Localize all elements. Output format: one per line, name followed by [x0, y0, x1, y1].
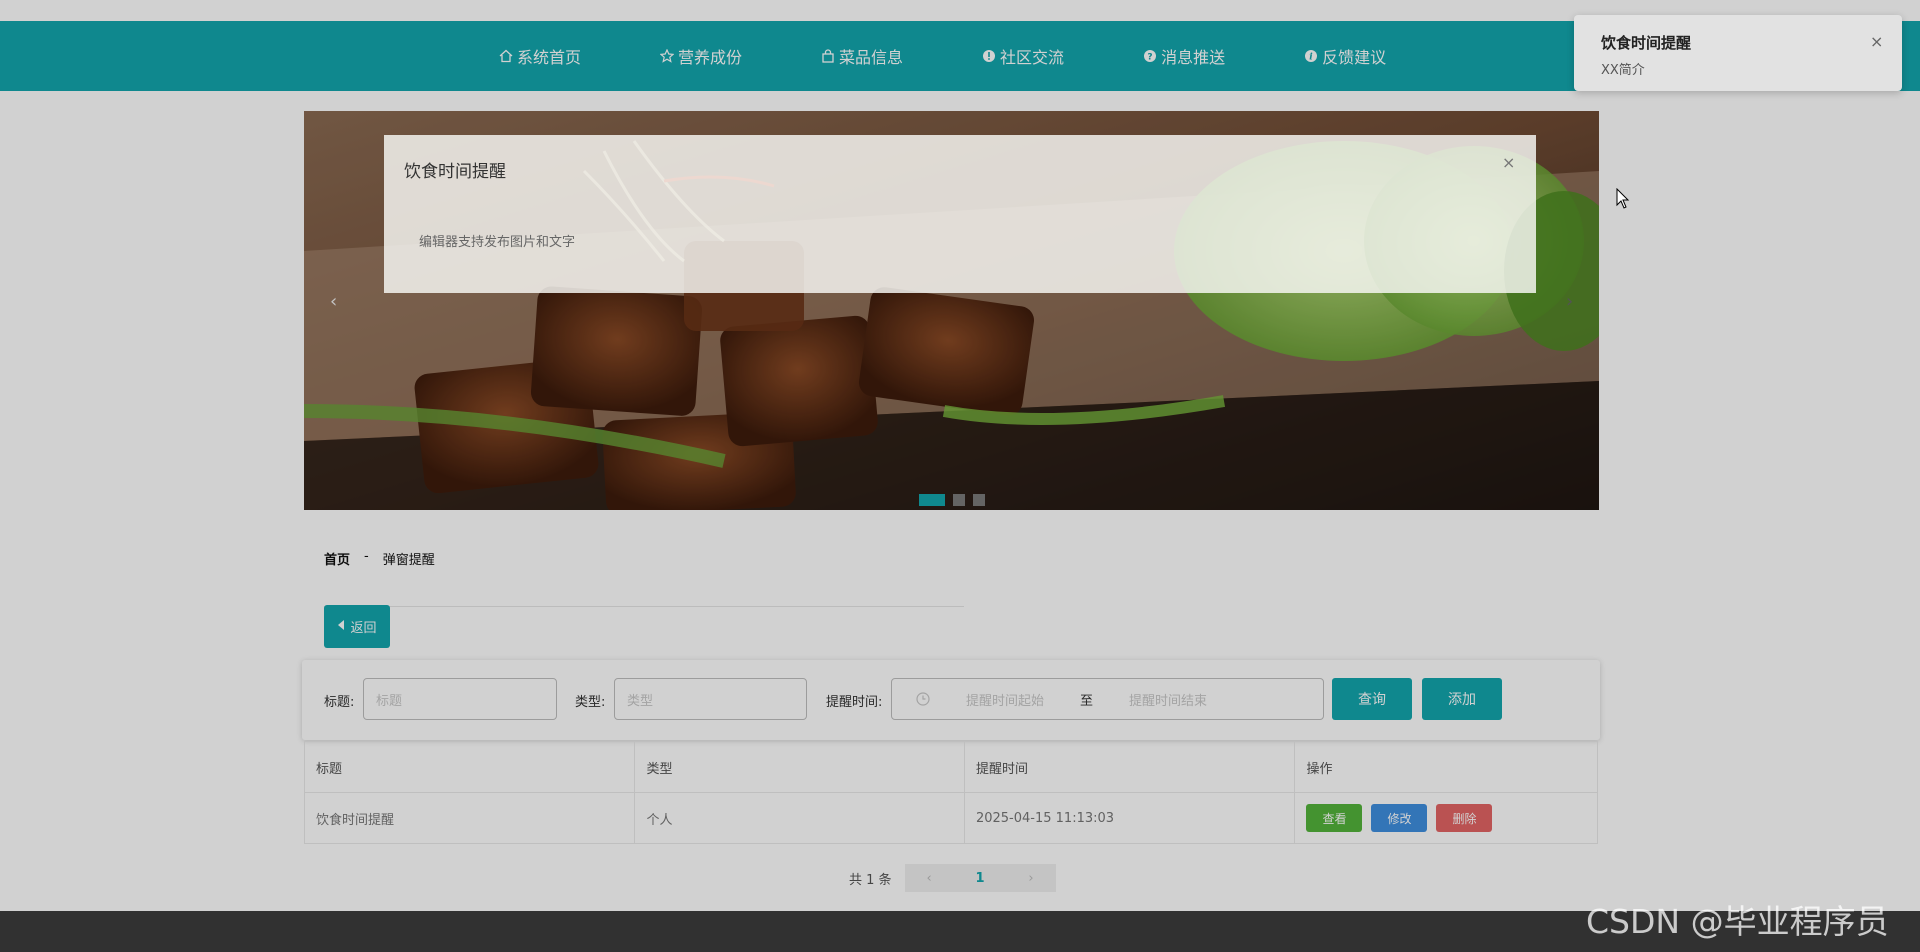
carousel-dot[interactable] — [953, 494, 965, 506]
time-range-picker[interactable]: 提醒时间起始 至 提醒时间结束 — [891, 678, 1324, 720]
nav-item-nutrition[interactable]: 营养成份 — [659, 44, 742, 68]
column-header: 标题 — [305, 742, 636, 792]
carousel-dot[interactable] — [973, 494, 985, 506]
nav-item-label: 营养成份 — [678, 48, 743, 67]
close-icon[interactable]: × — [1502, 153, 1515, 172]
time-end-placeholder[interactable]: 提醒时间结束 — [1129, 690, 1207, 709]
nav-item-label: 菜品信息 — [839, 48, 904, 67]
table-header-row: 标题 类型 提醒时间 操作 — [305, 742, 1597, 792]
breadcrumb-separator: - — [364, 549, 369, 564]
column-header: 提醒时间 — [965, 742, 1296, 792]
carousel-next-arrow[interactable]: › — [1566, 291, 1573, 312]
column-header: 类型 — [635, 742, 965, 792]
next-page-button[interactable]: › — [1028, 871, 1033, 886]
back-button[interactable]: 返回 — [324, 605, 390, 648]
nav-item-messages[interactable]: ? 消息推送 — [1142, 44, 1225, 68]
type-placeholder: 类型 — [627, 693, 654, 709]
nav-item-label: 反馈建议 — [1322, 48, 1387, 67]
toast-title: 饮食时间提醒 — [1601, 34, 1692, 52]
add-button[interactable]: 添加 — [1422, 678, 1502, 720]
type-label: 类型: — [575, 695, 606, 710]
nav-item-feedback[interactable]: i 反馈建议 — [1303, 44, 1386, 68]
back-button-label: 返回 — [350, 621, 377, 636]
prev-page-button[interactable]: ‹ — [926, 871, 931, 886]
title-input[interactable]: 标题 — [363, 678, 557, 720]
nav-item-label: 社区交流 — [1000, 48, 1065, 67]
carousel-prev-arrow[interactable]: ‹ — [330, 291, 337, 312]
cell-title: 饮食时间提醒 — [305, 793, 636, 843]
title-label: 标题: — [324, 695, 355, 710]
time-label: 提醒时间: — [826, 695, 883, 710]
breadcrumb-home[interactable]: 首页 — [324, 549, 350, 568]
nav-item-home[interactable]: 系统首页 — [498, 44, 581, 68]
type-input[interactable]: 类型 — [614, 678, 807, 720]
modal-title: 饮食时间提醒 — [404, 162, 506, 182]
home-icon — [498, 48, 514, 64]
breadcrumb: 首页 - 弹窗提醒 — [324, 549, 435, 568]
page-number[interactable]: 1 — [976, 871, 985, 886]
svg-text:i: i — [1309, 53, 1313, 63]
view-button[interactable]: 查看 — [1306, 804, 1363, 832]
breadcrumb-current: 弹窗提醒 — [382, 553, 435, 568]
svg-text:?: ? — [1147, 53, 1152, 63]
column-header: 操作 — [1306, 761, 1333, 777]
reminder-modal: 饮食时间提醒 × 编辑器支持发布图片和文字 — [384, 135, 1536, 293]
carousel-dot[interactable] — [919, 494, 945, 506]
search-panel: 标题: 标题 类型: 类型 提醒时间: 提醒时间起始 至 提醒时间结束 查询 添… — [302, 660, 1600, 740]
cell-actions: 查看 修改 删除 — [1295, 793, 1597, 843]
time-separator: 至 — [1080, 693, 1094, 709]
carousel-indicators — [919, 494, 985, 506]
time-start-placeholder[interactable]: 提醒时间起始 — [966, 690, 1044, 709]
divider — [324, 606, 964, 607]
cell-type: 个人 — [635, 793, 965, 843]
nav-item-label: 消息推送 — [1161, 48, 1226, 67]
total-count: 共 1 条 — [849, 872, 892, 888]
pagination: 共 1 条 ‹ 1 › — [849, 864, 1056, 892]
pager-controls: ‹ 1 › — [904, 864, 1056, 892]
edit-button[interactable]: 修改 — [1371, 804, 1428, 832]
watermark: CSDN @毕业程序员 — [1586, 902, 1889, 941]
modal-body: 编辑器支持发布图片和文字 — [419, 235, 576, 250]
query-button[interactable]: 查询 — [1332, 678, 1412, 720]
info-circle-icon — [981, 48, 997, 64]
notification-toast: 饮食时间提醒 XX简介 × — [1574, 15, 1902, 91]
cell-time: 2025-04-15 11:13:03 — [965, 793, 1296, 843]
reminder-table: 标题 类型 提醒时间 操作 饮食时间提醒 个人 2025-04-15 11:13… — [304, 741, 1598, 844]
close-icon[interactable]: × — [1870, 32, 1883, 51]
bag-icon — [820, 48, 836, 64]
table-row: 饮食时间提醒 个人 2025-04-15 11:13:03 查看 修改 删除 — [305, 792, 1597, 843]
nav-item-dishes[interactable]: 菜品信息 — [820, 44, 903, 68]
clock-icon — [916, 692, 930, 706]
delete-button[interactable]: 删除 — [1436, 804, 1493, 832]
question-circle-icon: ? — [1142, 48, 1158, 64]
mouse-cursor — [1616, 187, 1630, 214]
caret-left-icon — [337, 619, 345, 634]
toast-message: XX简介 — [1601, 63, 1645, 78]
star-icon — [659, 48, 675, 64]
nav-item-community[interactable]: 社区交流 — [981, 44, 1064, 68]
nav-item-label: 系统首页 — [517, 48, 582, 67]
title-placeholder: 标题 — [376, 693, 403, 709]
info-circle-icon: i — [1303, 48, 1319, 64]
